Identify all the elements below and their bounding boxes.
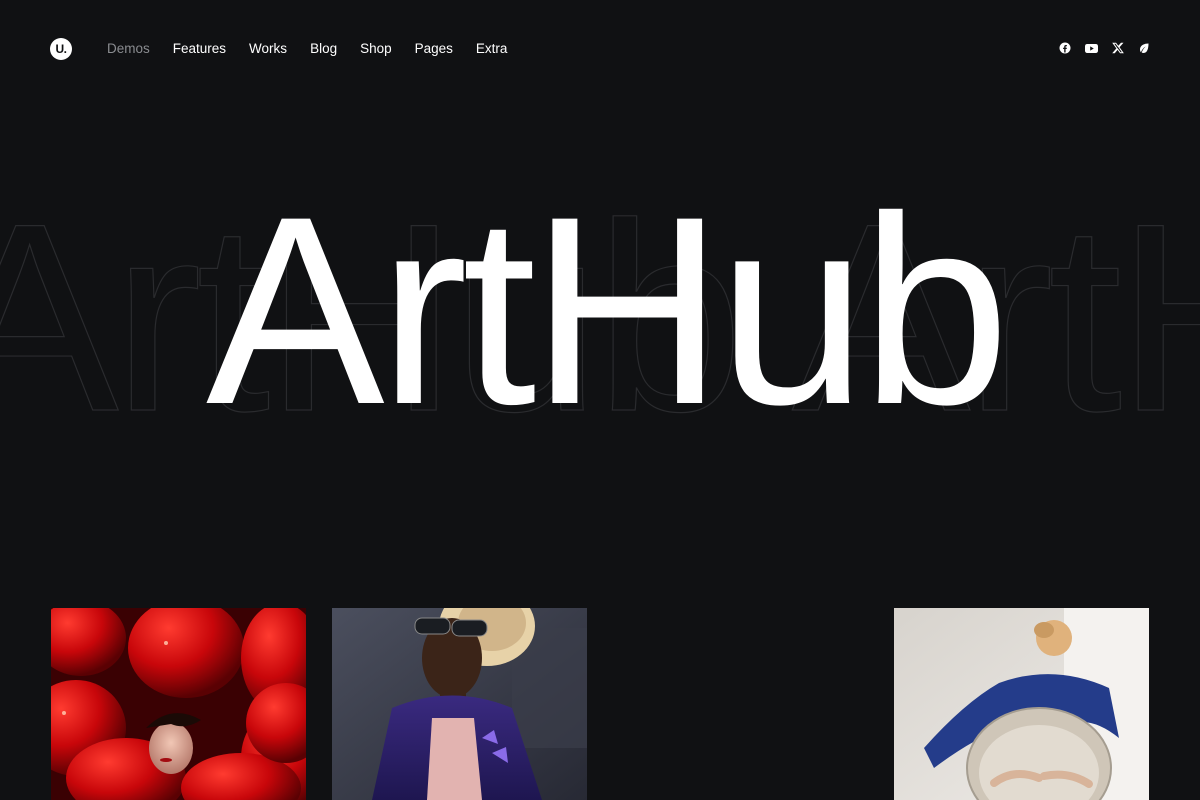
- nav-item-demos[interactable]: Demos: [107, 40, 150, 58]
- social-links: [1059, 42, 1150, 54]
- man-sunglasses-hat-photo[interactable]: [332, 608, 587, 800]
- woman-blue-mirror-photo[interactable]: [894, 608, 1149, 800]
- red-balloons-woman-photo[interactable]: [51, 608, 306, 800]
- logo[interactable]: U.: [50, 38, 72, 60]
- main-nav: Demos Features Works Blog Shop Pages Ext…: [107, 40, 530, 58]
- nav-item-features[interactable]: Features: [173, 40, 226, 58]
- leaf-icon[interactable]: [1138, 42, 1150, 54]
- nav-item-pages[interactable]: Pages: [415, 40, 453, 58]
- nav-item-extra[interactable]: Extra: [476, 40, 508, 58]
- x-icon[interactable]: [1112, 42, 1124, 54]
- site-header: U. Demos Features Works Blog Shop Pages …: [0, 0, 1200, 100]
- hero-title: ArtHub: [205, 160, 1010, 460]
- nav-item-shop[interactable]: Shop: [360, 40, 392, 58]
- nav-item-blog[interactable]: Blog: [310, 40, 337, 58]
- nav-item-works[interactable]: Works: [249, 40, 287, 58]
- facebook-icon[interactable]: [1059, 42, 1071, 54]
- youtube-icon[interactable]: [1085, 42, 1098, 54]
